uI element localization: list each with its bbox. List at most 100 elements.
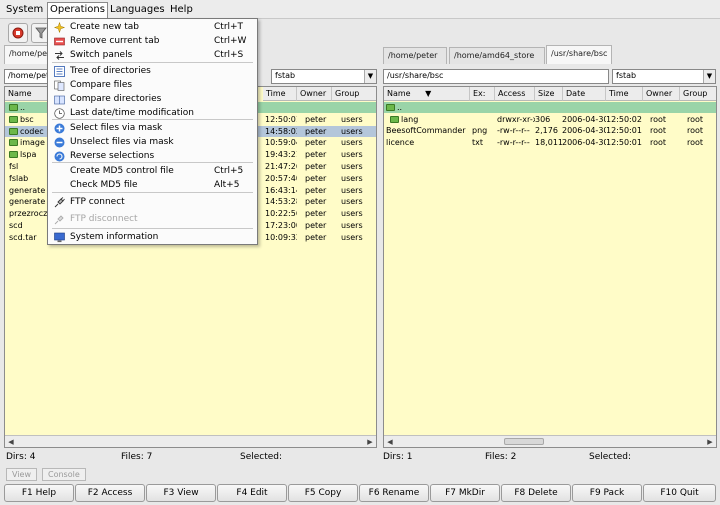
cell-owner: peter — [305, 232, 327, 242]
file-name: image — [20, 138, 45, 148]
cell-time: 10:22:56 — [265, 209, 297, 219]
right-col-time[interactable]: Time — [606, 87, 643, 101]
menu-item-compare-files[interactable]: Compare files — [50, 79, 255, 92]
left-path-field[interactable]: /home/pet — [4, 69, 48, 84]
menu-item-compare-directories[interactable]: Compare directories — [50, 93, 255, 106]
right-tab-amd64[interactable]: /home/amd64_store — [449, 47, 545, 64]
table-row[interactable]: licence txt -rw-r--r-- 18,011 2006-04-30 12:5… — [384, 137, 716, 148]
menu-item-select-files-via-mask[interactable]: Select files via mask — [50, 122, 255, 135]
cell-time: 14:53:28 — [265, 197, 297, 207]
menu-operations[interactable]: Operations — [47, 2, 108, 19]
menu-item-remove-current-tab[interactable]: Remove current tab Ctrl+W — [50, 35, 255, 48]
cell-date — [562, 102, 606, 113]
left-col-owner[interactable]: Owner — [297, 87, 332, 101]
cell-access: -rw-r--r-- — [497, 138, 530, 148]
cell-group: users — [341, 126, 363, 136]
compare-files-icon — [54, 80, 65, 91]
reverse-icon — [54, 151, 65, 162]
f10-quit-button[interactable]: F10 Quit — [643, 484, 716, 502]
left-fs-combo[interactable]: fstab ▼ — [271, 69, 377, 84]
scroll-right-icon[interactable]: ▶ — [705, 437, 715, 447]
right-status-files: Files: 2 — [485, 452, 517, 462]
menu-item-shortcut: Ctrl+T — [214, 22, 244, 32]
right-col-owner[interactable]: Owner — [643, 87, 680, 101]
folder-icon — [9, 115, 18, 123]
operations-menu: Create new tab Ctrl+T Remove current tab Ct… — [47, 18, 258, 245]
menu-item-ftp-connect[interactable]: FTP connect — [50, 196, 255, 209]
f8-delete-button[interactable]: F8 Delete — [501, 484, 571, 502]
cell-time: 12:50:01 — [606, 138, 642, 148]
menu-item-create-new-tab[interactable]: Create new tab Ctrl+T — [50, 21, 255, 34]
f9-pack-button[interactable]: F9 Pack — [572, 484, 642, 502]
cell-group: users — [341, 150, 363, 160]
f7-mkdir-button[interactable]: F7 MkDir — [430, 484, 500, 502]
left-fs-value: fstab — [275, 71, 296, 80]
scroll-right-icon[interactable]: ▶ — [365, 437, 375, 447]
right-tab-home[interactable]: /home/peter — [383, 47, 447, 64]
left-col-name[interactable]: Name — [5, 87, 49, 101]
left-col-time[interactable]: Time — [263, 87, 297, 101]
cell-time: 10:09:32 — [265, 232, 297, 242]
right-col-access[interactable]: Access — [495, 87, 535, 101]
right-col-group[interactable]: Group — [680, 87, 716, 101]
menu-item-system-information[interactable]: System information — [50, 231, 255, 244]
menu-item-create-md5-control-file[interactable]: Create MD5 control file Ctrl+5 — [50, 165, 255, 178]
table-row[interactable]: .. — [384, 102, 716, 113]
menu-item-label: Create new tab — [70, 22, 139, 32]
folder-icon — [390, 115, 399, 123]
sort-down-icon: ▼ — [425, 89, 432, 98]
scroll-left-icon[interactable]: ◀ — [6, 437, 16, 447]
f4-edit-button[interactable]: F4 Edit — [217, 484, 287, 502]
menu-item-switch-panels[interactable]: Switch panels Ctrl+S — [50, 49, 255, 62]
right-tab-bsc[interactable]: /usr/share/bsc — [546, 45, 612, 64]
f6-rename-button[interactable]: F6 Rename — [359, 484, 429, 502]
f1-help-button[interactable]: F1 Help — [4, 484, 74, 502]
right-hscrollbar[interactable]: ◀ ▶ — [384, 435, 716, 447]
file-name: codec — [20, 126, 44, 136]
right-col-size[interactable]: Size — [535, 87, 563, 101]
tab-view[interactable]: View — [6, 468, 37, 481]
right-col-date[interactable]: Date — [563, 87, 606, 101]
stop-button[interactable] — [8, 23, 28, 43]
right-path-field[interactable]: /usr/share/bsc — [383, 69, 609, 84]
cell-access: drwxr-xr-x — [497, 114, 535, 124]
menu-item-shortcut: Ctrl+W — [214, 36, 247, 46]
scroll-left-icon[interactable]: ◀ — [385, 437, 395, 447]
table-row[interactable]: BeesoftCommander png -rw-r--r-- 2,176 2006-0… — [384, 125, 716, 136]
cell-group: users — [341, 185, 363, 195]
cell-date: 2006-04-30 — [562, 126, 606, 136]
tab-console[interactable]: Console — [42, 468, 86, 481]
cell-time: 19:43:21 — [265, 150, 297, 160]
menu-item-unselect-files-via-mask[interactable]: Unselect files via mask — [50, 136, 255, 149]
cell-ext: png — [472, 126, 488, 136]
f5-copy-button[interactable]: F5 Copy — [288, 484, 358, 502]
left-tab-home[interactable]: /home/pe — [4, 45, 48, 64]
menu-item-ftp-disconnect[interactable]: FTP disconnect — [50, 213, 255, 226]
left-hscrollbar[interactable]: ◀ ▶ — [5, 435, 376, 447]
cell-group: root — [687, 114, 704, 124]
scroll-thumb[interactable] — [504, 438, 544, 445]
right-col-name-label: Name — [387, 89, 411, 98]
menu-item-tree-of-directories[interactable]: Tree of directories — [50, 65, 255, 78]
right-col-ext[interactable]: Ex: — [470, 87, 495, 101]
table-row[interactable]: lang drwxr-xr-x 306 2006-04-30 12:50:02 root r… — [384, 114, 716, 125]
chevron-down-icon: ▼ — [703, 70, 715, 83]
right-status-selected: Selected: — [589, 452, 632, 462]
f2-access-button[interactable]: F2 Access — [75, 484, 145, 502]
cell-size: 306 — [535, 114, 551, 124]
monitor-icon — [54, 232, 65, 243]
cell-owner: peter — [305, 126, 327, 136]
menu-item-shortcut: Ctrl+S — [214, 50, 244, 60]
left-col-group[interactable]: Group — [332, 87, 376, 101]
tree-icon — [54, 66, 65, 77]
menu-item-label: Switch panels — [70, 50, 133, 60]
f3-view-button[interactable]: F3 View — [146, 484, 216, 502]
right-col-name[interactable]: Name ▼ — [384, 87, 470, 101]
menu-item-label: Last date/time modification — [70, 108, 194, 118]
menu-item-check-md5-file[interactable]: Check MD5 file Alt+5 — [50, 179, 255, 192]
right-file-panel[interactable]: Name ▼ Ex: Access Size Date Time Owner G… — [383, 86, 717, 448]
menu-languages[interactable]: Languages — [108, 3, 167, 16]
menu-help[interactable]: Help — [168, 3, 195, 16]
menu-system[interactable]: System — [4, 3, 45, 16]
right-fs-combo[interactable]: fstab ▼ — [612, 69, 716, 84]
